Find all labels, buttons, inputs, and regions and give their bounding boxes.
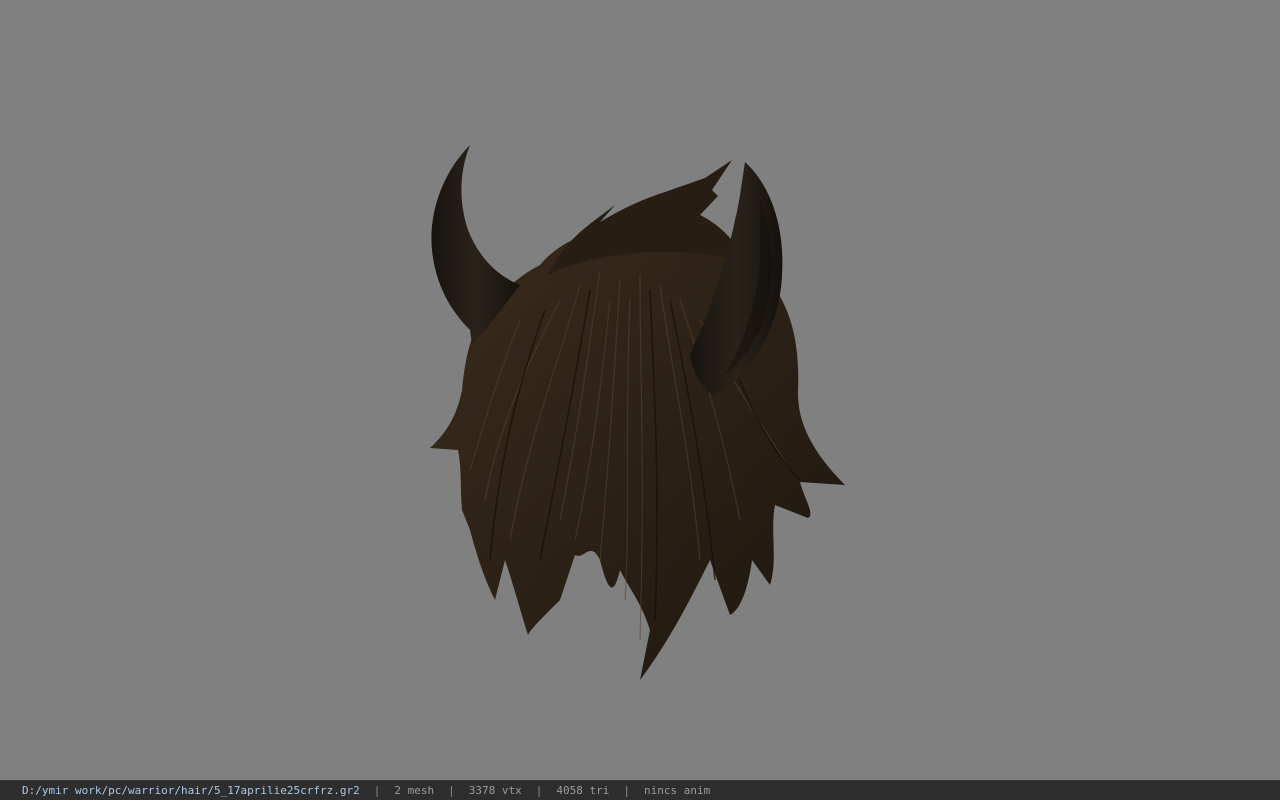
status-separator: | <box>623 783 630 797</box>
status-separator: | <box>448 783 455 797</box>
hair-model-render <box>430 145 845 680</box>
vertex-count-label: 3378 vtx <box>468 783 522 797</box>
triangle-count-label: 4058 tri <box>556 783 610 797</box>
animation-status-label: nincs anim <box>643 783 711 797</box>
file-path-label: D:/ymir work/pc/warrior/hair/5_17aprilie… <box>22 783 360 797</box>
3d-viewport[interactable] <box>0 0 1280 780</box>
mesh-count-label: 2 mesh <box>394 783 435 797</box>
status-separator: | <box>535 783 543 797</box>
status-separator: | <box>373 783 381 797</box>
model-viewer-window: D:/ymir work/pc/warrior/hair/5_17aprilie… <box>0 0 1280 800</box>
status-bar: D:/ymir work/pc/warrior/hair/5_17aprilie… <box>0 780 1280 800</box>
